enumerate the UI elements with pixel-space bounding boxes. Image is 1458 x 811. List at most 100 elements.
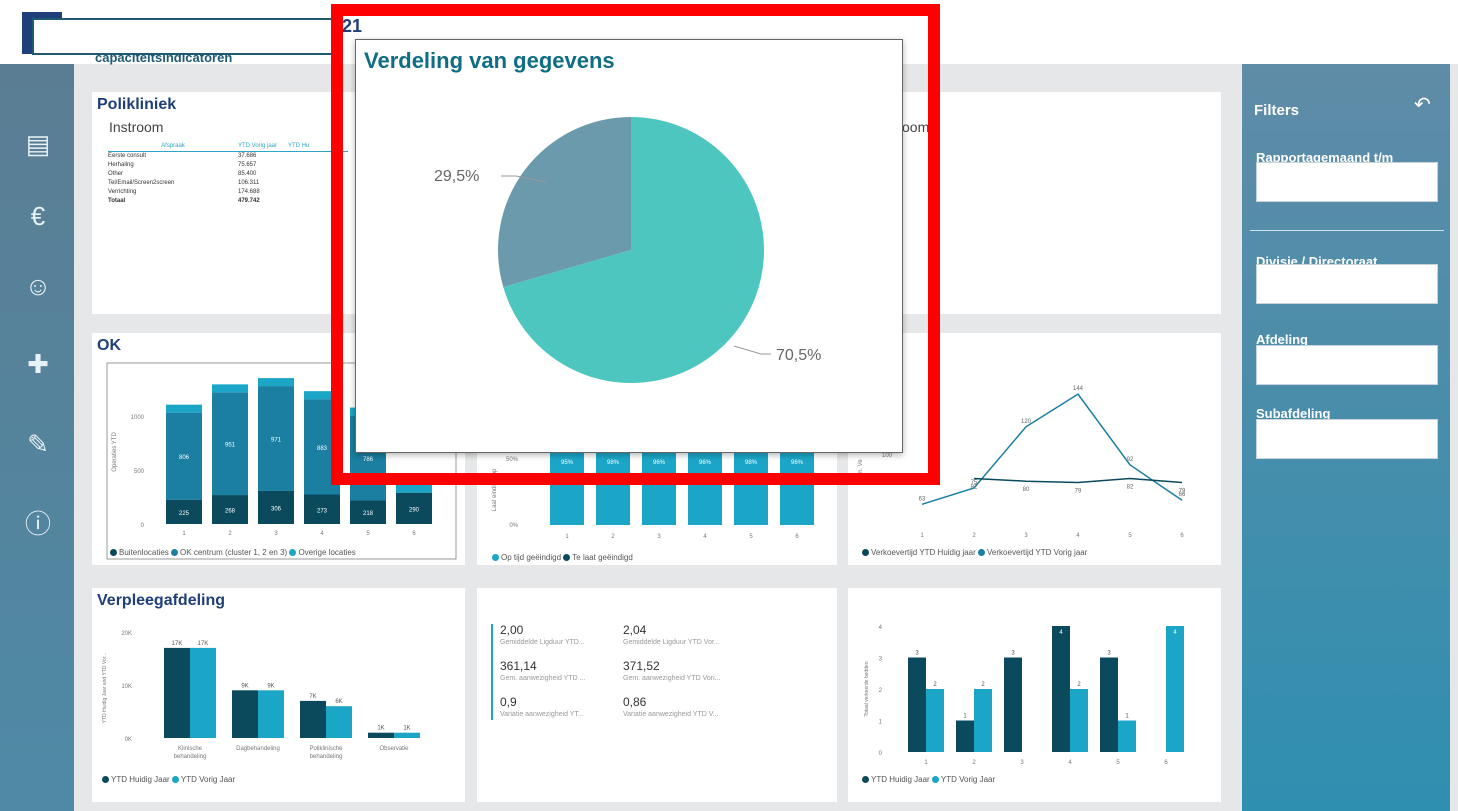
bar [908,657,926,752]
data-label: 806 [179,455,190,461]
kpi-label: Gem. aanwezigheid YTD Vori... [623,675,721,682]
table-row: Herhaling 75.657 [108,162,257,168]
bar [396,484,432,493]
bar [1070,689,1088,752]
x-tick-label: 6 [412,531,416,537]
data-label: 951 [225,443,236,449]
filter-afdeling[interactable] [1256,345,1438,385]
data-label: 17K [172,641,183,647]
medical-kit-icon[interactable]: ✚ [22,348,54,380]
kpi-value: 2,00 [500,623,524,637]
data-label: 79 [1075,489,1082,495]
x-tick-label: 4 [320,531,324,537]
x-tick-label: Observatie [379,746,409,752]
highlight-rectangle [331,4,940,485]
x-tick-label: 1 [924,760,928,766]
table-row: Other 85.400 [108,171,257,177]
x-tick-label: Poliklinische [309,746,343,752]
filter-divisie[interactable] [1256,264,1438,304]
x-tick-label: behandeling [174,754,207,760]
data-label: 2 [1077,682,1081,688]
y-tick-label: 0 [879,751,883,757]
filter-subafdeling[interactable] [1256,419,1438,459]
kpi-label: Variatie aanwezigheid YTD V... [623,711,719,718]
verkoevertijd-legend: Verkoevertijd YTD Huidig jaar Verkoevert… [862,548,1087,557]
bar [258,690,284,738]
data-label: 1K [377,726,384,732]
y-tick-label: 1 [879,720,883,726]
x-tick-label: 5 [1128,533,1132,539]
y-axis-label: Operaties YTD [112,432,118,472]
y-tick-label: 20K [121,631,132,637]
data-label: 971 [271,438,282,444]
x-tick-label: 3 [1024,533,1028,539]
table-row-total: Totaal 479.742 [108,198,260,204]
bar [1052,626,1070,752]
tile-title-ok: OK [97,337,121,354]
bar [258,378,294,387]
x-tick-label: 3 [1020,760,1024,766]
verpleeg-legend: YTD Huidig Jaar YTD Vorig Jaar [102,775,235,784]
filter-rapportagemaand[interactable] [1256,162,1438,202]
x-tick-label: 2 [611,534,615,540]
undo-icon[interactable]: ↶ [1414,92,1431,117]
data-label: 306 [271,506,282,512]
ok-legend: Buitenlocaties OK centrum (cluster 1, 2 … [110,548,356,557]
x-tick-label: Dagbehandeling [236,746,280,752]
instroom-table: Afspraak YTD Vorig jaar YTD Hu Eerste co… [108,142,348,206]
table-row: Eerste consult 37.686 [108,153,257,159]
x-tick-label: 1 [565,534,569,540]
data-label: 883 [317,446,328,452]
bar [368,732,394,738]
top-overlay-box[interactable] [32,18,337,55]
x-tick-label: 5 [749,534,753,540]
x-tick-label: 2 [972,533,976,539]
bar [974,689,992,752]
bar [190,647,216,738]
data-label: 273 [317,508,328,514]
bar [164,647,190,738]
y-tick-label: 0K [125,737,132,743]
kpi-value: 371,52 [623,659,660,673]
x-tick-label: Klinische [178,746,203,752]
x-tick-label: behandeling [310,754,343,760]
left-nav: ▤ € ☺ ✚ ✎ ⓘ [0,64,74,811]
y-tick-label: 4 [879,625,883,631]
y-axis-label: Totaal verkeerde bedden [864,661,870,716]
news-icon[interactable]: ▤ [22,128,54,160]
people-icon[interactable]: ☺ [22,270,54,302]
x-tick-label: 6 [1180,533,1184,539]
legend-dot-overige [289,549,297,557]
bar [1100,657,1118,752]
bar [166,404,202,413]
data-label: 268 [225,509,236,515]
bar [1166,626,1184,752]
kpi-label: Gemiddelde Ligduur YTD... [500,639,585,646]
bar [956,720,974,752]
data-label: 2 [933,682,937,688]
x-tick-label: 4 [1076,533,1080,539]
data-label: 79 [1179,489,1186,495]
data-label: 2 [981,682,985,688]
x-tick-label: 1 [182,531,186,537]
info-icon[interactable]: ⓘ [22,508,54,540]
filters-heading: Filters [1254,102,1300,119]
data-label: 144 [1073,386,1084,392]
y-tick-label: 0 [141,523,145,529]
data-label: 80 [1023,487,1030,493]
legend-dot-ok-centrum [171,549,179,557]
money-bag-icon[interactable]: € [22,200,54,232]
kpi-label: Gemiddelde Ligduur YTD Vor... [623,639,720,646]
x-tick-label: 4 [1068,760,1072,766]
ruler-icon[interactable]: ✎ [22,428,54,460]
data-label: 82 [1127,484,1134,490]
filter-divider [1250,230,1444,231]
data-label: 3 [915,651,919,657]
data-label: 1K [403,726,410,732]
y-tick-label: 3 [879,657,883,663]
x-tick-label: 3 [274,531,278,537]
data-label: 63 [919,496,926,502]
bar [926,689,944,752]
y-tick-label: 10K [121,684,132,690]
bar [1118,720,1136,752]
